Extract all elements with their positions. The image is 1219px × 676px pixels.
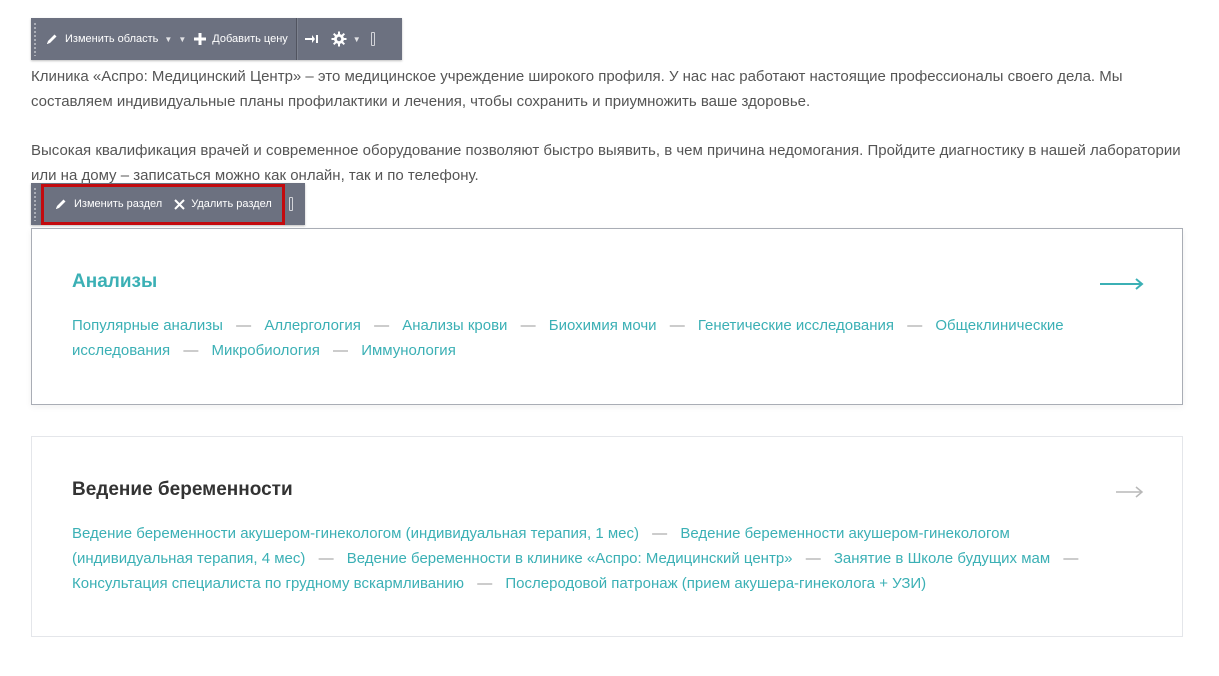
section-title[interactable]: Ведение беременности xyxy=(72,479,293,501)
section-link[interactable]: Ведение беременности в клинике «Аспро: М… xyxy=(347,550,793,567)
pin-icon xyxy=(304,35,318,43)
link-separator: — xyxy=(652,525,668,542)
toolbar-resize-handle[interactable] xyxy=(285,183,297,225)
pin-button[interactable] xyxy=(299,18,325,60)
section-card[interactable]: Ведение беременности Ведение беременност… xyxy=(31,436,1183,637)
section-card[interactable]: Анализы Популярные анализы — Аллергологи… xyxy=(31,228,1183,405)
area-admin-toolbar: Изменить область ▼ ▼ Добавить цену ▼ xyxy=(31,18,402,60)
toolbar-resize-handle[interactable] xyxy=(367,18,379,60)
edit-area-button[interactable]: Изменить область ▼ xyxy=(39,18,178,60)
link-separator: — xyxy=(907,317,923,334)
toolbar-divider xyxy=(295,18,297,60)
section-link[interactable]: Консультация специалиста по грудному вск… xyxy=(72,575,464,592)
section-link[interactable]: Занятие в Школе будущих мам xyxy=(834,550,1050,567)
add-price-label: Добавить цену xyxy=(212,33,288,45)
link-separator: — xyxy=(318,550,334,567)
chevron-down-icon[interactable]: ▼ xyxy=(164,35,172,44)
intro-paragraph: Клиника «Аспро: Медицинский Центр» – это… xyxy=(31,68,1123,110)
toolbar-drag-handle[interactable] xyxy=(31,183,39,225)
edit-section-label: Изменить раздел xyxy=(74,198,163,210)
link-separator: — xyxy=(805,550,821,567)
settings-button[interactable]: ▼ xyxy=(325,18,367,60)
arrow-right-icon[interactable] xyxy=(1116,486,1144,498)
section-link[interactable]: Микробиология xyxy=(212,342,320,359)
gear-icon xyxy=(331,31,347,47)
link-separator: — xyxy=(477,575,493,592)
section-link[interactable]: Ведение беременности акушером-гинеколого… xyxy=(72,525,639,542)
edit-area-label: Изменить область xyxy=(65,33,159,45)
link-separator: — xyxy=(333,342,349,359)
delete-section-button[interactable]: Удалить раздел xyxy=(168,187,278,222)
edit-section-button[interactable]: Изменить раздел xyxy=(48,187,168,222)
section-link[interactable]: Анализы крови xyxy=(402,317,507,334)
plus-icon xyxy=(194,33,207,45)
section-link[interactable]: Послеродовой патронаж (прием акушера-гин… xyxy=(505,575,926,592)
link-separator: — xyxy=(520,317,536,334)
section-links: Ведение беременности акушером-гинеколого… xyxy=(72,521,1102,596)
arrow-right-icon[interactable] xyxy=(1100,278,1144,290)
add-price-button[interactable]: Добавить цену xyxy=(188,18,294,60)
section-link[interactable]: Генетические исследования xyxy=(698,317,894,334)
section-links: Популярные анализы — Аллергология — Анал… xyxy=(72,313,1082,363)
pencil-icon xyxy=(56,199,66,209)
section-link[interactable]: Аллергология xyxy=(264,317,361,334)
section-actions-highlight: Изменить раздел Удалить раздел xyxy=(41,183,285,225)
pencil-icon xyxy=(47,34,57,44)
delete-section-label: Удалить раздел xyxy=(191,198,272,210)
link-separator: — xyxy=(183,342,199,359)
link-separator: — xyxy=(669,317,685,334)
chevron-down-icon[interactable]: ▼ xyxy=(353,35,361,44)
section-link[interactable]: Биохимия мочи xyxy=(549,317,657,334)
chevron-down-icon[interactable]: ▼ xyxy=(178,35,186,44)
link-separator: — xyxy=(374,317,390,334)
link-separator: — xyxy=(236,317,252,334)
section-title[interactable]: Анализы xyxy=(72,271,157,293)
close-icon xyxy=(174,198,185,210)
toolbar-drag-handle[interactable] xyxy=(31,18,39,60)
section-link[interactable]: Популярные анализы xyxy=(72,317,223,334)
link-separator: — xyxy=(1063,550,1079,567)
section-admin-toolbar: Изменить раздел Удалить раздел xyxy=(31,183,305,225)
section-link[interactable]: Иммунология xyxy=(361,342,456,359)
intro-paragraph: Высокая квалификация врачей и современно… xyxy=(31,142,1181,184)
